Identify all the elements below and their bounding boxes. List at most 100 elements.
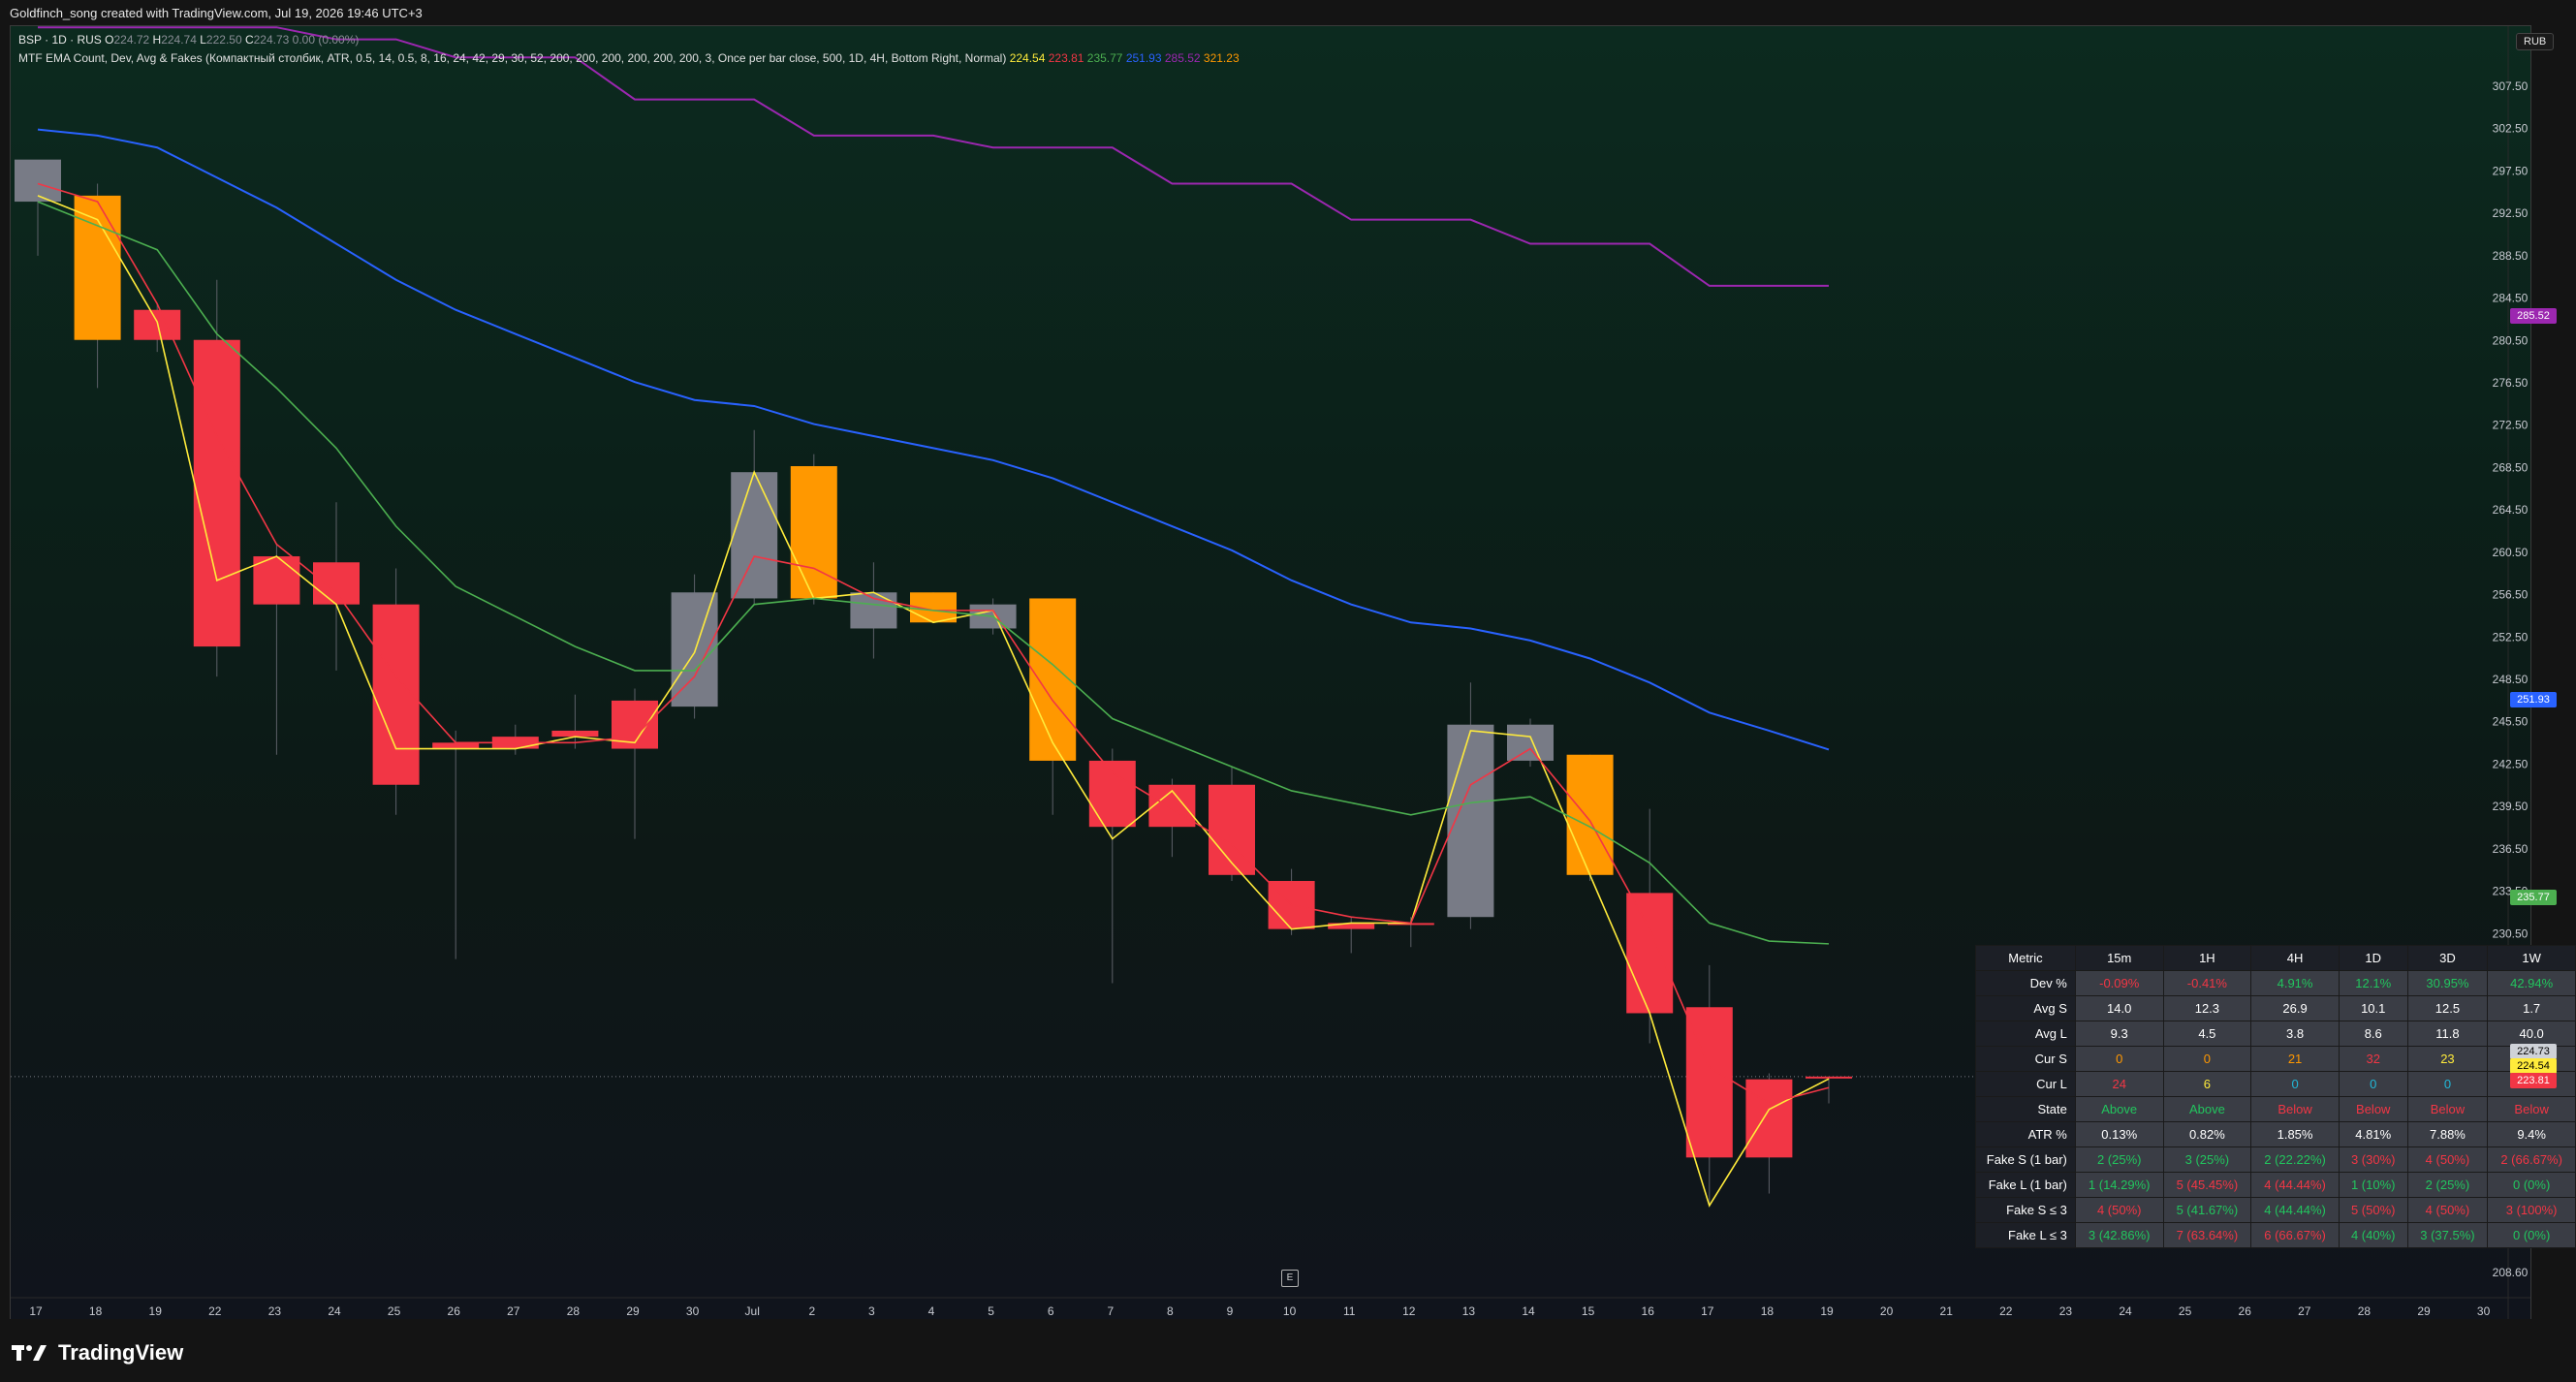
metrics-cell: 11.8	[2406, 1021, 2489, 1047]
metrics-cell: 0	[2406, 1071, 2489, 1097]
price-axis-label: 260.50	[2493, 546, 2529, 559]
price-axis-label: 264.50	[2493, 503, 2529, 517]
price-axis-label: 208.60	[2493, 1266, 2529, 1279]
metrics-header-cell: 1D	[2338, 945, 2408, 971]
price-axis-label: 297.50	[2493, 164, 2529, 177]
metrics-cell: 4 (50%)	[2406, 1197, 2489, 1223]
metrics-cell: 0	[2250, 1071, 2340, 1097]
metrics-row-label: Dev %	[1975, 970, 2076, 996]
time-axis-label: 14	[1522, 1304, 1535, 1318]
price-axis-label: 302.50	[2493, 122, 2529, 136]
ema-line	[38, 26, 1829, 287]
chart-credit: Goldfinch_song created with TradingView.…	[10, 6, 423, 20]
time-axis-label: 24	[2119, 1304, 2132, 1318]
price-axis-label: 230.50	[2493, 927, 2529, 940]
symbol-name[interactable]: BSP · 1D · RUS	[18, 33, 102, 47]
ohlc-key: O	[105, 33, 114, 47]
metrics-cell: Above	[2074, 1096, 2164, 1122]
metrics-cell: 14.0	[2074, 995, 2164, 1021]
metrics-table: Metric 15m 1H 4H 1D 3D 1W Dev % -0.09% -0.41% 4.91…	[1975, 945, 2576, 1248]
time-axis-label: 24	[328, 1304, 341, 1318]
metrics-cell: 1.7	[2487, 995, 2576, 1021]
candle-body	[1745, 1079, 1793, 1158]
tradingview-logo[interactable]: TradingView	[12, 1340, 183, 1366]
time-axis-label: 3	[868, 1304, 875, 1318]
metrics-cell: 0 (0%)	[2487, 1222, 2576, 1248]
time-axis-label: 10	[1283, 1304, 1297, 1318]
metrics-cell: 26.9	[2250, 995, 2340, 1021]
metrics-cell: 24	[2074, 1071, 2164, 1097]
indicator-value: 251.93	[1122, 51, 1162, 65]
symbol-legend[interactable]: BSP · 1D · RUS O224.72 H224.74 L222.50 C…	[18, 33, 359, 47]
candle-body	[551, 730, 599, 738]
indicator-value: 285.52	[1161, 51, 1201, 65]
metrics-cell: 8.6	[2338, 1021, 2408, 1047]
time-axis-label: 26	[2239, 1304, 2252, 1318]
time-axis-label: 25	[2179, 1304, 2192, 1318]
ohlc-value: 224.73	[253, 33, 290, 47]
metrics-cell: 2 (22.22%)	[2250, 1146, 2340, 1173]
metrics-cell: 30.95%	[2406, 970, 2489, 996]
earnings-marker[interactable]: E	[1281, 1270, 1299, 1287]
indicator-value: 224.54	[1009, 51, 1046, 65]
metrics-row-label: Fake L ≤ 3	[1975, 1222, 2076, 1248]
metrics-row-label: Fake S (1 bar)	[1975, 1146, 2076, 1173]
metrics-cell: 1 (14.29%)	[2074, 1172, 2164, 1198]
time-axis-label: 28	[567, 1304, 581, 1318]
time-axis-label: 15	[1582, 1304, 1595, 1318]
metrics-cell: 2 (25%)	[2074, 1146, 2164, 1173]
candle-body	[731, 472, 778, 599]
metrics-row-label: ATR %	[1975, 1121, 2076, 1147]
price-axis-tag: 251.93	[2510, 692, 2557, 707]
price-axis-tag: 224.54	[2510, 1058, 2557, 1074]
price-axis-label: 272.50	[2493, 419, 2529, 432]
price-axis-label: 280.50	[2493, 333, 2529, 347]
metrics-row-label: Fake S ≤ 3	[1975, 1197, 2076, 1223]
time-axis-label: 25	[388, 1304, 401, 1318]
metrics-cell: 0.82%	[2162, 1121, 2252, 1147]
indicator-name[interactable]: MTF EMA Count, Dev, Avg & Fakes (Компакт…	[18, 51, 1006, 65]
metrics-cell: 4 (44.44%)	[2250, 1197, 2340, 1223]
metrics-cell: 10.1	[2338, 995, 2408, 1021]
ohlc-values: O224.72 H224.74 L222.50 C224.73	[105, 33, 289, 47]
metrics-header-cell: 4H	[2250, 945, 2340, 971]
metrics-header-cell: 1W	[2487, 945, 2576, 971]
time-axis-label: 19	[1820, 1304, 1834, 1318]
metrics-row: Fake L ≤ 33 (42.86%) 7 (63.64%) 6 (66.67%)…	[1975, 1222, 2576, 1248]
price-axis-label: 239.50	[2493, 800, 2529, 813]
metrics-cell: 21	[2250, 1046, 2340, 1072]
metrics-cell: 0	[2162, 1046, 2252, 1072]
price-axis-tag: 235.77	[2510, 890, 2557, 905]
metrics-cell: 3 (42.86%)	[2074, 1222, 2164, 1248]
ohlc-value: 224.72	[113, 33, 150, 47]
metrics-row: State Above Above Below Below Below Below	[1975, 1096, 2576, 1122]
price-axis-label: 307.50	[2493, 79, 2529, 93]
metrics-header-cell: 1H	[2162, 945, 2252, 971]
metrics-cell: -0.41%	[2162, 970, 2252, 996]
metrics-cell: 5 (41.67%)	[2162, 1197, 2252, 1223]
currency-button[interactable]: RUB	[2516, 33, 2555, 50]
metrics-cell: 3 (37.5%)	[2406, 1222, 2489, 1248]
price-axis-tag: 285.52	[2510, 308, 2557, 324]
indicator-legend[interactable]: MTF EMA Count, Dev, Avg & Fakes (Компакт…	[18, 51, 1240, 65]
indicator-value: 223.81	[1045, 51, 1084, 65]
time-axis-label: 28	[2358, 1304, 2372, 1318]
time-axis-label: 27	[2298, 1304, 2311, 1318]
candle-body	[1088, 760, 1136, 828]
metrics-cell: 0	[2338, 1071, 2408, 1097]
metrics-cell: 12.3	[2162, 995, 2252, 1021]
ema-line	[37, 128, 1830, 751]
time-axis-label: 27	[507, 1304, 520, 1318]
time-axis-label: 22	[1999, 1304, 2013, 1318]
time-axis-label: 17	[29, 1304, 43, 1318]
metrics-cell: 3 (25%)	[2162, 1146, 2252, 1173]
candle-body	[74, 195, 121, 340]
metrics-row: Cur L2460000	[1975, 1071, 2576, 1097]
metrics-header-cell: 3D	[2406, 945, 2489, 971]
metrics-row-label: Fake L (1 bar)	[1975, 1172, 2076, 1198]
metrics-cell: 12.1%	[2338, 970, 2408, 996]
ema-line	[37, 201, 1830, 945]
price-axis-label: 252.50	[2493, 630, 2529, 644]
metrics-row: Fake S (1 bar) 2 (25%) 3 (25%) 2 (22.22%) 3 …	[1975, 1146, 2576, 1173]
metrics-row: ATR % 0.13% 0.82% 1.85% 4.81% 7.88% 9.4%	[1975, 1121, 2576, 1147]
